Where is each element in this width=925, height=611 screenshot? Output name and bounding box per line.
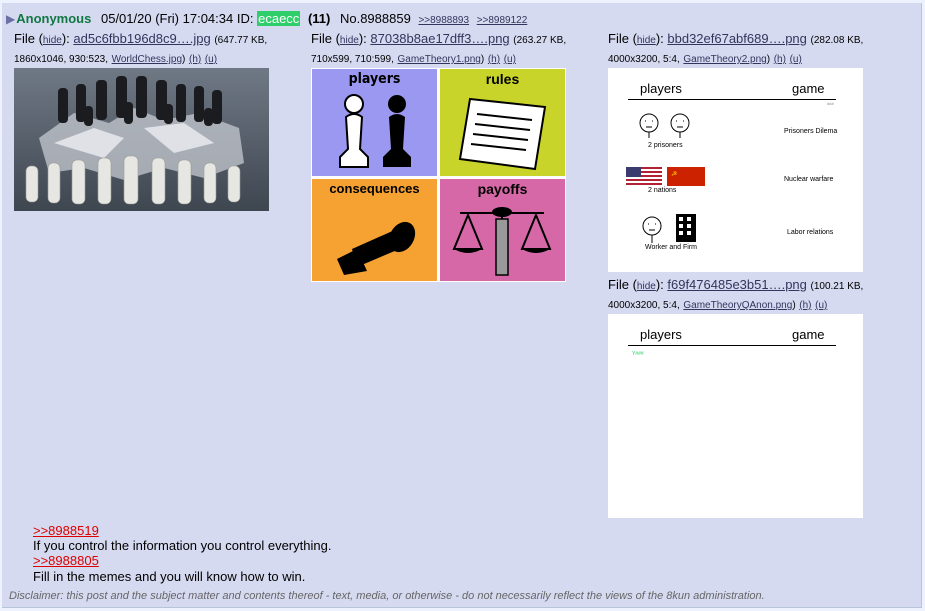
file-u-link[interactable]: (u) <box>815 300 827 311</box>
row-caption: 2 prisoners <box>648 142 683 149</box>
body-line-1: If you control the information you contr… <box>33 538 332 553</box>
fallen-king-icon <box>337 221 416 275</box>
thumbnail-game-theory-qanon[interactable]: players game Y### <box>608 314 863 518</box>
file-original-name-link[interactable]: GameTheory1.png <box>397 54 480 65</box>
thumbnail-world-chess[interactable] <box>14 68 269 211</box>
thumbnail-game-theory-1[interactable]: players rules consequences payoffs <box>311 68 566 282</box>
file-h-link[interactable]: (h) <box>189 54 201 65</box>
payoffs-quadrant: payoffs <box>440 179 565 281</box>
file-info-1: File (hide): ad5c6fbb196d8c9….jpg (647.7… <box>14 31 268 65</box>
row-game: Prisoners Dilema <box>784 128 838 135</box>
file-info-3: File (hide): bbd32ef67abf689….png (282.0… <box>608 31 864 65</box>
file-info-2: File (hide): 87038b8ae17dff3….png (263.2… <box>311 31 567 65</box>
scales-icon <box>452 207 552 276</box>
post-body: >>8988519 If you control the information… <box>33 523 331 584</box>
file-label: File <box>311 31 332 46</box>
file-u-link[interactable]: (u) <box>205 54 217 65</box>
post-menu-arrow-icon[interactable]: ▶ <box>6 12 15 26</box>
hide-file-link[interactable]: hide <box>340 35 359 46</box>
file-name-link[interactable]: ad5c6fbb196d8c9….jpg <box>73 31 210 46</box>
file-info-4: File (hide): f69f476485e3b51….png (100.2… <box>608 277 864 311</box>
poster-id-badge[interactable]: ecaecc <box>257 11 301 26</box>
file-original-name-link[interactable]: WorldChess.jpg <box>112 54 182 65</box>
file-h-link[interactable]: (h) <box>799 300 811 311</box>
backlink-2[interactable]: >>8989122 <box>477 15 528 26</box>
soviet-flag-icon: ☭ <box>667 167 705 186</box>
players-icons: ☭ <box>626 113 705 243</box>
poster-id-label: ID: <box>236 11 254 26</box>
file-original-name-link[interactable]: GameTheoryQAnon.png <box>683 300 792 311</box>
pawns-icon <box>339 94 411 168</box>
hide-file-link[interactable]: hide <box>637 281 656 292</box>
file-name-link[interactable]: bbd32ef67abf689….png <box>667 31 807 46</box>
post-date: 05/01/20 (Fri) 17:04:34 <box>100 11 234 26</box>
backlink-1[interactable]: >>8988893 <box>418 15 469 26</box>
column-header-players: players <box>640 327 682 342</box>
file-dimensions: 4000x3200, 5:4, <box>608 54 680 65</box>
disclaimer: Disclaimer: this post and the subject ma… <box>9 590 765 602</box>
post-container: ▶Anonymous 05/01/20 (Fri) 17:04:34 ID: e… <box>2 3 922 608</box>
body-line-2: Fill in the memes and you will know how … <box>33 569 306 584</box>
hide-file-link[interactable]: hide <box>43 35 62 46</box>
quote-link-2[interactable]: >>8988805 <box>33 553 331 568</box>
players-quadrant: players <box>312 69 437 176</box>
file-name-link[interactable]: f69f476485e3b51….png <box>667 277 807 292</box>
post-intro: ▶Anonymous 05/01/20 (Fri) 17:04:34 ID: e… <box>6 11 527 26</box>
world-chess-image <box>14 68 269 211</box>
poster-name: Anonymous <box>16 11 92 26</box>
file-size: (100.21 KB, <box>810 281 864 292</box>
thumbnail-game-theory-2[interactable]: players game ### ☭ 2 prisoners Prisoners… <box>608 68 863 272</box>
file-label: File <box>14 31 35 46</box>
file-label: File <box>608 277 629 292</box>
file-u-link[interactable]: (u) <box>504 54 516 65</box>
svg-text:☭: ☭ <box>671 170 677 178</box>
file-dimensions: 4000x3200, 5:4, <box>608 300 680 311</box>
file-dimensions: 1860x1046, 930:523, <box>14 54 108 65</box>
column-header-game: game <box>792 327 825 342</box>
file-dimensions: 710x599, 710:599, <box>311 54 394 65</box>
row-game: Labor relations <box>787 229 834 236</box>
post-number-link[interactable]: No.8988859 <box>340 11 411 26</box>
poster-post-count: (11) <box>307 11 331 26</box>
rules-quadrant: rules <box>440 69 565 176</box>
file-size: (263.27 KB, <box>513 35 567 46</box>
row-caption: 2 nations <box>648 187 677 194</box>
file-size: (647.77 KB, <box>214 35 268 46</box>
building-icon <box>676 214 696 242</box>
file-h-link[interactable]: (h) <box>488 54 500 65</box>
file-original-name-link[interactable]: GameTheory2.png <box>683 54 766 65</box>
document-icon <box>458 97 547 171</box>
file-u-link[interactable]: (u) <box>790 54 802 65</box>
tiny-mark: Y### <box>632 351 644 357</box>
header-divider <box>628 345 836 346</box>
file-label: File <box>608 31 629 46</box>
us-flag-icon <box>626 167 662 186</box>
quote-link-1[interactable]: >>8988519 <box>33 523 331 538</box>
consequences-quadrant: consequences <box>312 179 437 281</box>
file-size: (282.08 KB, <box>810 35 864 46</box>
hide-file-link[interactable]: hide <box>637 35 656 46</box>
row-caption: Worker and Firm <box>645 244 697 251</box>
file-name-link[interactable]: 87038b8ae17dff3….png <box>370 31 509 46</box>
file-h-link[interactable]: (h) <box>774 54 786 65</box>
row-game: Nuclear warfare <box>784 176 834 183</box>
